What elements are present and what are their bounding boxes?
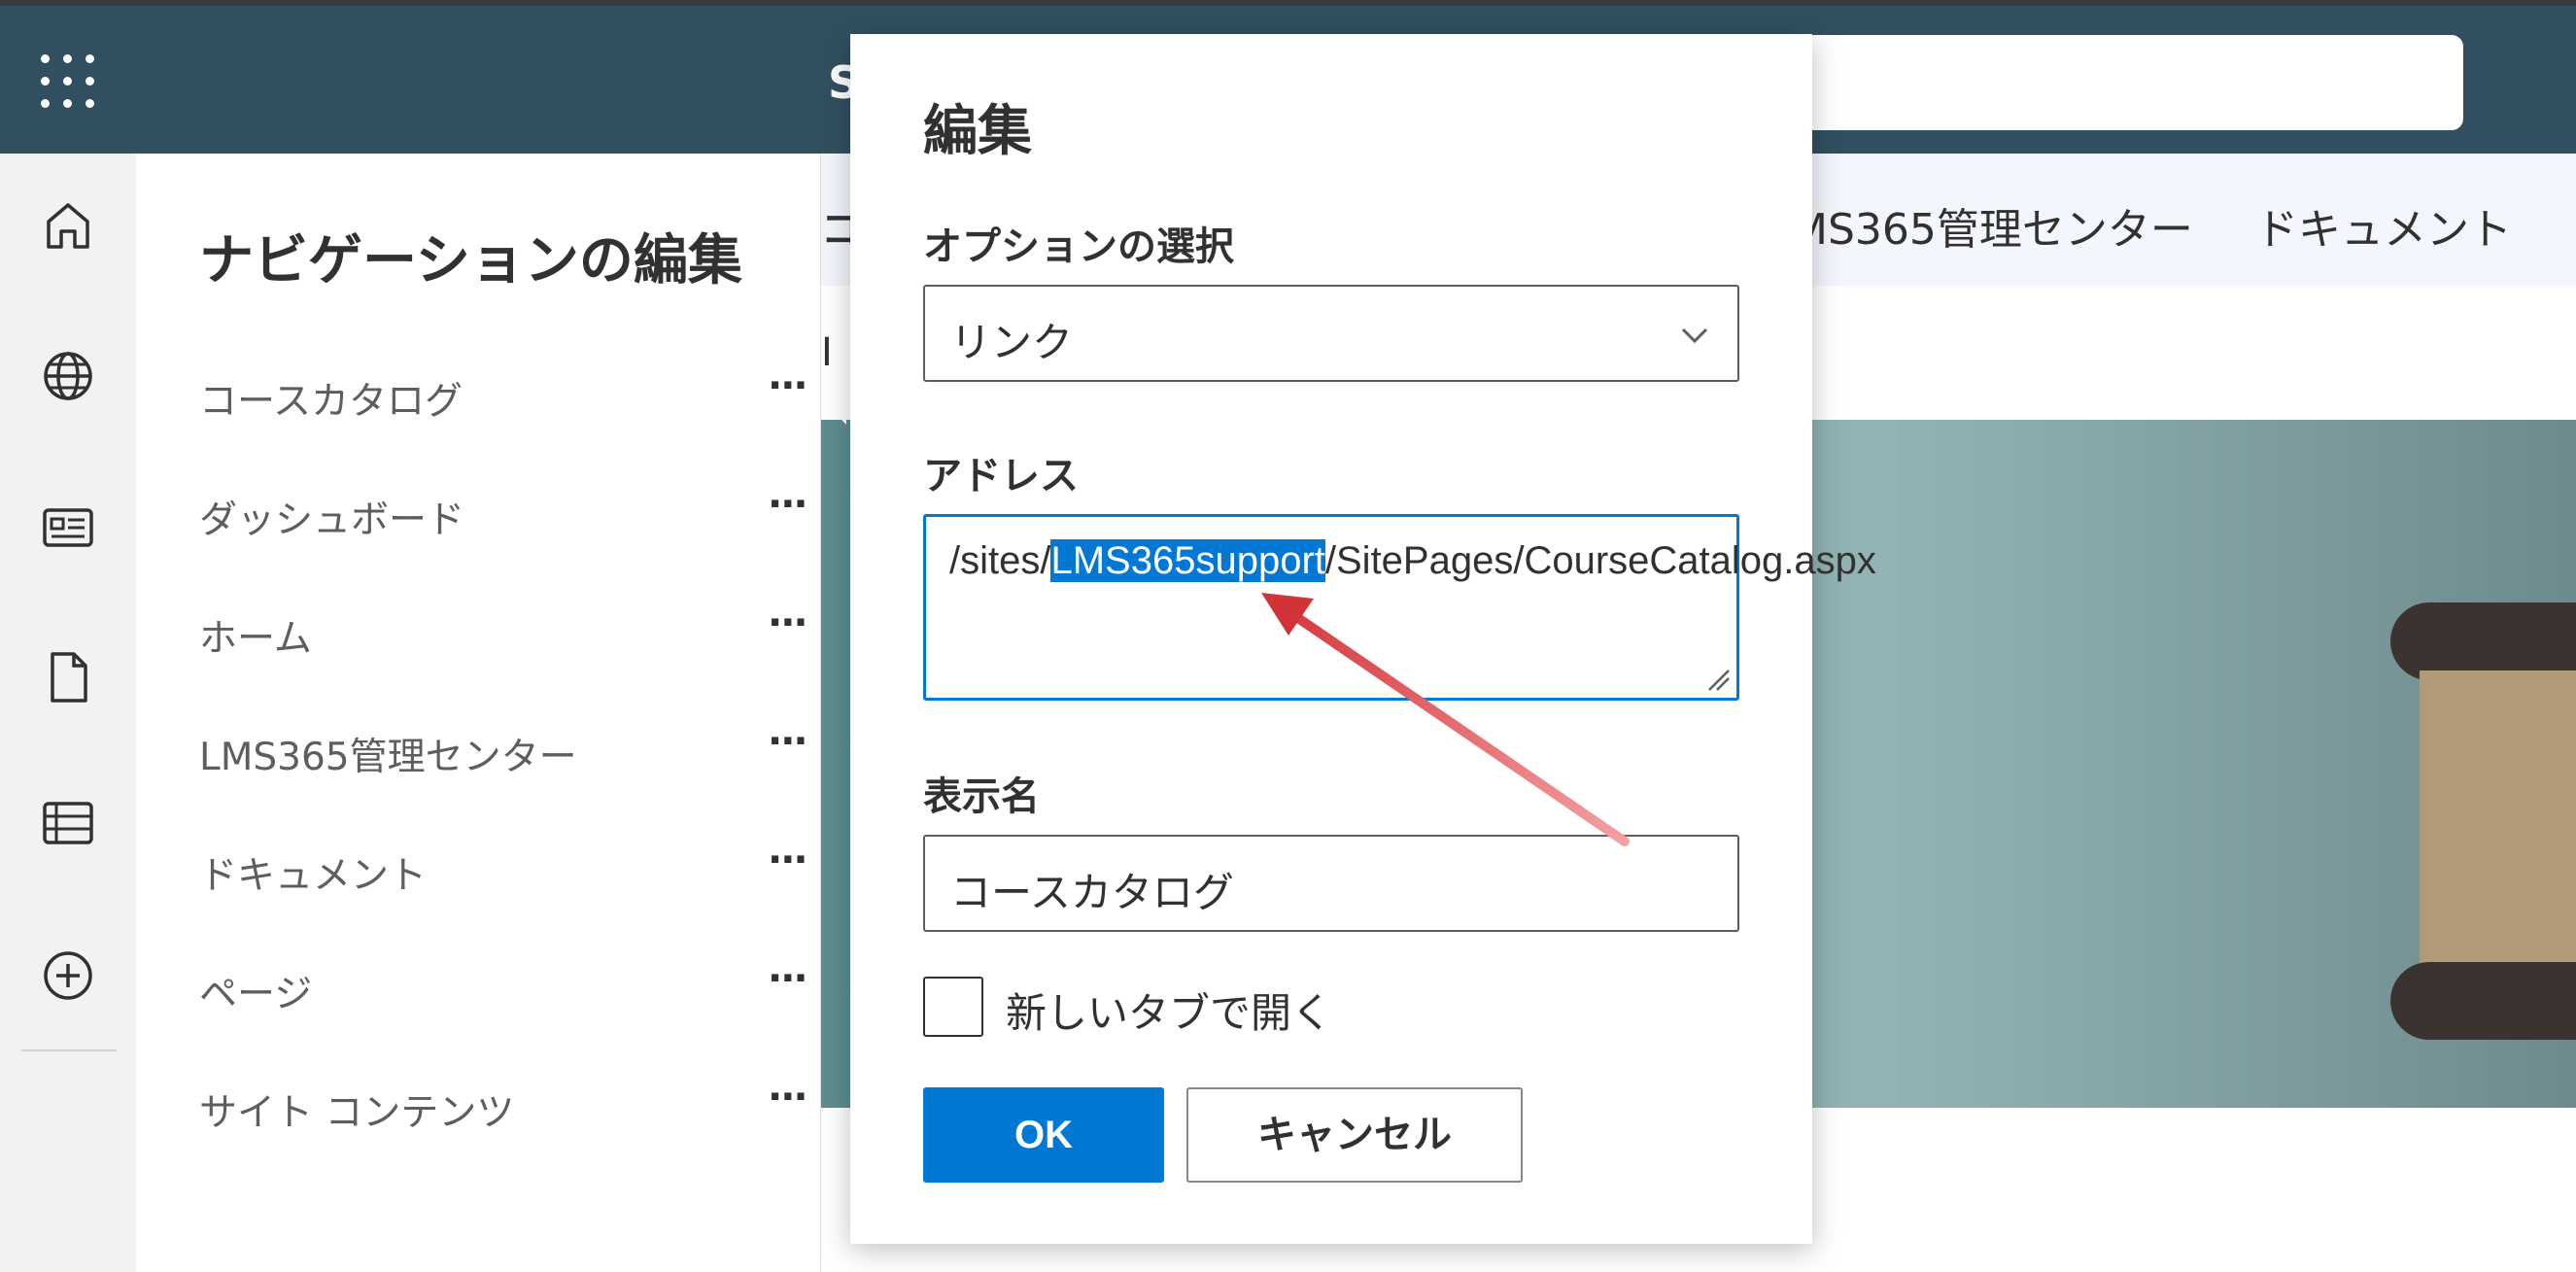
nav-item-home[interactable]: ホーム ··· (199, 593, 808, 670)
nav-item-label: コースカタログ (199, 380, 464, 424)
more-options-icon[interactable]: ··· (768, 956, 808, 1001)
resize-grip-icon[interactable] (1703, 665, 1731, 692)
address-selected-text: LMS365support (1050, 539, 1325, 582)
address-text: /sites/LMS365support/SitePages/CourseCat… (949, 534, 1876, 587)
address-textarea[interactable]: /sites/LMS365support/SitePages/CourseCat… (923, 514, 1876, 701)
home-icon[interactable] (35, 192, 101, 258)
nav-item-label: ドキュメント (199, 854, 428, 898)
nav-item-label: ホーム (199, 617, 312, 661)
chevron-down-icon (1681, 327, 1708, 344)
nav-item-label: LMS365管理センター (199, 736, 577, 779)
new-tab-label[interactable]: 新しいタブで開く (1006, 980, 1332, 1040)
more-options-icon[interactable]: ··· (768, 482, 808, 527)
more-options-icon[interactable]: ··· (768, 363, 808, 408)
address-suffix: /SitePages/CourseCatalog.aspx (1324, 539, 1876, 582)
rail-divider (21, 1049, 117, 1051)
nav-item-label: ページ (199, 973, 313, 1016)
nav-item-course-catalog[interactable]: コースカタログ ··· (199, 356, 808, 433)
cancel-button[interactable]: キャンセル (1186, 1087, 1523, 1183)
top-nav-item-lms365-admin[interactable]: MS365管理センター (1791, 194, 2193, 257)
app-rail (0, 154, 136, 1272)
nav-item-label: サイト コンテンツ (199, 1091, 515, 1135)
nav-item-site-contents[interactable]: サイト コンテンツ ··· (199, 1067, 808, 1145)
panel-title: ナビゲーションの編集 (199, 229, 742, 292)
callout-beak (821, 374, 846, 425)
option-value: リンク (950, 319, 1074, 366)
ok-button[interactable]: OK (923, 1087, 1164, 1183)
top-nav-item-documents[interactable]: ドキュメント (2255, 194, 2512, 257)
more-options-icon[interactable]: ··· (768, 1075, 808, 1119)
new-tab-checkbox[interactable] (923, 977, 983, 1037)
waffle-icon[interactable] (41, 54, 95, 109)
edit-link-dialog: 編集 オプションの選択 リンク アドレス /sites/LMS365suppor… (850, 34, 1876, 1244)
add-icon[interactable] (35, 943, 101, 1009)
more-options-icon[interactable]: ··· (768, 719, 808, 764)
more-options-icon[interactable]: ··· (768, 838, 808, 882)
display-name-value: コースカタログ (950, 869, 1234, 916)
nav-item-dashboard[interactable]: ダッシュボード ··· (199, 474, 808, 552)
edit-navigation-panel: ナビゲーションの編集 コースカタログ ··· ダッシュボード ··· ホーム ·… (136, 154, 821, 1272)
option-label: オプションの選択 (923, 224, 1234, 269)
display-name-field[interactable]: コースカタログ (923, 835, 1739, 932)
nav-item-pages[interactable]: ページ ··· (199, 948, 808, 1026)
thread-spool-image (2390, 602, 2576, 1059)
option-dropdown[interactable]: リンク (923, 285, 1739, 382)
address-prefix: /sites/ (949, 539, 1051, 582)
address-label: アドレス (923, 454, 1079, 498)
news-icon[interactable] (35, 494, 101, 560)
nav-item-lms365-admin[interactable]: LMS365管理センター ··· (199, 711, 808, 789)
dialog-title: 編集 (923, 100, 1032, 163)
nav-item-documents[interactable]: ドキュメント ··· (199, 830, 808, 908)
document-icon[interactable] (35, 644, 101, 710)
display-name-label: 表示名 (923, 774, 1040, 819)
nav-item-label: ダッシュボード (199, 498, 465, 542)
more-options-icon[interactable]: ··· (768, 601, 808, 645)
list-icon[interactable] (35, 790, 101, 856)
globe-icon[interactable] (35, 343, 101, 409)
hero-fragment: I (821, 330, 833, 375)
